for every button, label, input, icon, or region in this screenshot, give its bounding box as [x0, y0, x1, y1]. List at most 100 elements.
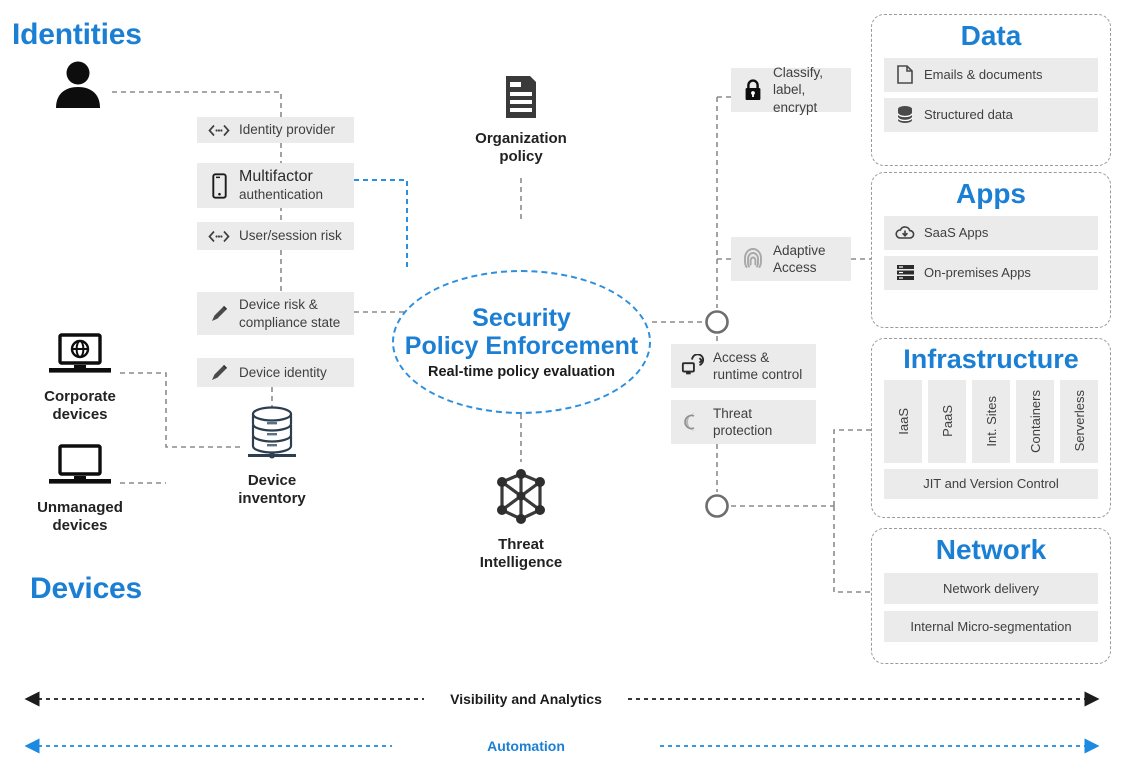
chip-multifactor-label-big: Multifactor: [239, 167, 313, 185]
threat-intelligence-label-1: Threat: [498, 536, 544, 553]
chip-multifactor-authentication[interactable]: Multifactor authentication: [197, 163, 354, 208]
chip-classify-line1: Classify,: [773, 65, 824, 81]
chip-threat-protection[interactable]: Threat protection: [671, 400, 816, 444]
fingerprint-icon: [741, 246, 765, 272]
cloud-download-icon: [894, 224, 916, 241]
infra-col-paas-label: PaaS: [939, 405, 955, 438]
document-policy-icon: [506, 76, 536, 118]
access-control-icon: [681, 354, 705, 378]
chip-identity-provider-label: Identity provider: [239, 122, 336, 138]
laptop-globe-icon: [49, 333, 111, 373]
organization-policy-node: Organization policy: [461, 74, 581, 166]
chip-user-session-risk-label: User/session risk: [239, 228, 342, 244]
network-graph-icon: [497, 469, 545, 524]
chip-access-line2: runtime control: [713, 367, 803, 382]
infra-col-serverless[interactable]: Serverless: [1060, 379, 1098, 463]
infra-col-int-sites[interactable]: Int. Sites: [972, 379, 1010, 463]
chip-threat-line2: protection: [713, 423, 773, 438]
row-saas-apps-label: SaaS Apps: [924, 225, 989, 241]
row-onpremises-apps-label: On-premises Apps: [924, 265, 1031, 281]
infra-col-int-sites-label: Int. Sites: [983, 395, 999, 447]
document-icon: [894, 65, 916, 85]
chip-adaptive-access[interactable]: Adaptive Access: [731, 237, 851, 281]
chip-user-session-risk[interactable]: User/session risk: [197, 222, 354, 250]
chip-multifactor-label-small: authentication: [239, 187, 324, 203]
panel-data-title: Data: [960, 20, 1022, 51]
signal-exchange-icon: [207, 230, 231, 243]
row-structured-data-label: Structured data: [924, 107, 1013, 123]
panel-apps-title: Apps: [956, 178, 1026, 209]
infra-col-iaas-label: IaaS: [895, 407, 911, 435]
pencil-icon: [207, 304, 231, 324]
chip-adaptive-line2: Access: [773, 260, 817, 275]
panel-infrastructure: Infrastructure IaaS PaaS Int. Sites Cont…: [871, 338, 1111, 518]
device-inventory-label-1: Device: [247, 472, 297, 489]
axis-label-visibility-analytics: Visibility and Analytics: [450, 691, 602, 707]
ellipse-line-3: Real-time policy evaluation: [428, 364, 615, 380]
infrastructure-columns: IaaS PaaS Int. Sites Containers Serverle…: [884, 379, 1098, 463]
lock-icon: [741, 78, 765, 102]
junction-ring-upper: [705, 310, 729, 334]
row-structured-data[interactable]: Structured data: [884, 97, 1098, 132]
row-saas-apps[interactable]: SaaS Apps: [884, 215, 1098, 250]
person-node: [46, 60, 110, 115]
database-stack-icon: [248, 406, 296, 459]
database-icon: [894, 105, 916, 124]
chip-classify-line2: label, encrypt: [773, 82, 818, 115]
panel-infrastructure-title: Infrastructure: [903, 344, 1079, 374]
row-jit-version-control-label: JIT and Version Control: [923, 476, 1059, 492]
chip-access-runtime-control[interactable]: Access & runtime control: [671, 344, 816, 388]
infra-col-serverless-label: Serverless: [1071, 390, 1087, 452]
ellipse-line-2: Policy Enforcement: [404, 332, 639, 360]
row-emails-documents[interactable]: Emails & documents: [884, 57, 1098, 92]
panel-network: Network Network delivery Internal Micro-…: [871, 528, 1111, 664]
corporate-devices-label-2: devices: [52, 406, 108, 423]
signal-exchange-icon: [207, 124, 231, 137]
infra-col-containers-label: Containers: [1027, 389, 1043, 453]
threat-shield-icon: [681, 410, 705, 434]
corporate-devices-node: Corporate devices: [20, 332, 140, 424]
chip-device-risk-line2: compliance state: [239, 314, 341, 330]
device-inventory-label-2: inventory: [238, 490, 306, 507]
zero-trust-diagram: Identities Devices Corporate devices Unm…: [0, 0, 1124, 771]
device-inventory-node: Device inventory: [222, 404, 322, 508]
row-emails-documents-label: Emails & documents: [924, 67, 1043, 83]
row-internal-micro-segmentation-label: Internal Micro-segmentation: [910, 618, 1072, 634]
threat-intelligence-label-2: Intelligence: [479, 554, 563, 571]
pencil-icon: [207, 363, 231, 383]
infra-col-containers[interactable]: Containers: [1016, 379, 1054, 463]
panel-network-title: Network: [935, 534, 1047, 565]
panel-data: Data Emails & documents Structured data: [871, 14, 1111, 166]
chip-device-risk-compliance[interactable]: Device risk & compliance state: [197, 292, 354, 335]
panel-apps: Apps SaaS Apps On-premises Apps: [871, 172, 1111, 328]
chip-threat-line1: Threat: [713, 405, 753, 421]
pillar-title-devices: Devices: [30, 572, 143, 605]
security-policy-enforcement-ellipse: Security Policy Enforcement Real-time po…: [392, 270, 651, 414]
laptop-icon: [49, 444, 111, 484]
chip-classify-label-encrypt[interactable]: Classify, label, encrypt: [731, 65, 851, 115]
chip-adaptive-line1: Adaptive: [773, 242, 826, 258]
pillar-title-identities: Identities: [12, 18, 142, 51]
chip-device-identity-label: Device identity: [239, 364, 327, 380]
server-rack-icon: [894, 264, 916, 282]
infra-col-paas[interactable]: PaaS: [928, 379, 966, 463]
corporate-devices-label-1: Corporate: [44, 388, 116, 405]
unmanaged-devices-label-2: devices: [52, 517, 108, 534]
organization-policy-label-2: policy: [499, 148, 543, 165]
chip-device-identity[interactable]: Device identity: [197, 358, 354, 387]
axis-label-automation: Automation: [487, 738, 565, 754]
row-jit-version-control[interactable]: JIT and Version Control: [884, 468, 1098, 499]
row-internal-micro-segmentation[interactable]: Internal Micro-segmentation: [884, 610, 1098, 642]
row-network-delivery[interactable]: Network delivery: [884, 572, 1098, 604]
chip-identity-provider[interactable]: Identity provider: [197, 117, 354, 143]
infra-col-iaas[interactable]: IaaS: [884, 379, 922, 463]
ellipse-line-1: Security: [472, 304, 571, 332]
mobile-phone-icon: [207, 172, 231, 199]
threat-intelligence-node: Threat Intelligence: [461, 468, 581, 572]
chip-device-risk-line1: Device risk &: [239, 297, 318, 313]
junction-ring-lower: [705, 494, 729, 518]
unmanaged-devices-label-1: Unmanaged: [37, 499, 123, 516]
row-onpremises-apps[interactable]: On-premises Apps: [884, 255, 1098, 290]
organization-policy-label-1: Organization: [475, 130, 567, 147]
unmanaged-devices-node: Unmanaged devices: [14, 443, 146, 535]
